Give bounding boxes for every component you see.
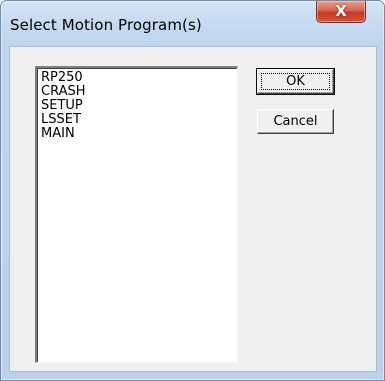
list-item-rp250[interactable]: RP250 — [41, 71, 237, 85]
dialog-title: Select Motion Program(s) — [10, 16, 202, 34]
dialog-client-area: RP250 CRASH SETUP LSSET MAIN OK Cancel — [9, 46, 377, 372]
close-icon: X — [335, 2, 347, 20]
cancel-button-label: Cancel — [273, 114, 318, 129]
close-button[interactable]: X — [316, 1, 366, 23]
cancel-button[interactable]: Cancel — [257, 109, 334, 134]
ok-button[interactable]: OK — [256, 68, 335, 95]
motion-program-listbox[interactable]: RP250 CRASH SETUP LSSET MAIN — [35, 66, 238, 363]
ok-button-label: OK — [286, 74, 305, 89]
dialog-window: Select Motion Program(s) X RP250 CRASH S… — [0, 0, 385, 381]
list-item-setup[interactable]: SETUP — [41, 99, 237, 113]
list-item-main[interactable]: MAIN — [41, 127, 237, 141]
list-item-crash[interactable]: CRASH — [41, 85, 237, 99]
list-item-lsset[interactable]: LSSET — [41, 113, 237, 127]
